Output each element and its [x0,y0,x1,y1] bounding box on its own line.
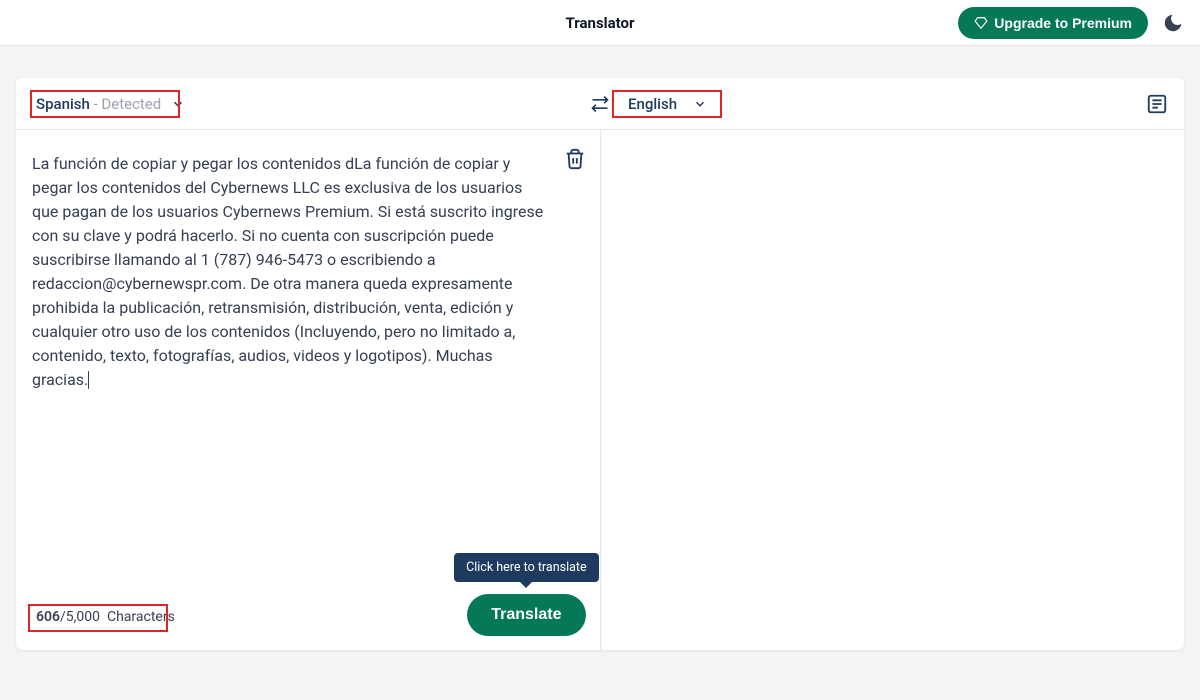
character-counter: 606/5,000 Characters [30,605,181,629]
chevron-down-icon [693,97,707,111]
target-lang-section: English [582,78,1174,129]
translator-card: Spanish - Detected English [16,78,1184,650]
upgrade-premium-button[interactable]: Upgrade to Premium [958,7,1148,39]
source-language-select[interactable]: Spanish - Detected [26,89,195,119]
source-language-label: Spanish - Detected [36,95,161,113]
translate-button[interactable]: Translate [467,594,585,636]
header-actions: Upgrade to Premium [958,7,1184,39]
translation-panes: La función de copiar y pegar los conteni… [16,130,1184,650]
source-footer: 606/5,000 Characters Click here to trans… [16,584,600,650]
source-pane: La función de copiar y pegar los conteni… [16,130,601,650]
upgrade-label: Upgrade to Premium [994,15,1132,31]
page-title: Translator [565,14,634,32]
app-header: Translator Upgrade to Premium [0,0,1200,46]
target-language-select[interactable]: English [618,89,717,119]
language-bar: Spanish - Detected English [16,78,1184,130]
clear-text-button[interactable] [564,148,586,170]
translate-action-wrap: Click here to translate Translate [467,594,585,636]
source-text-input[interactable]: La función de copiar y pegar los conteni… [32,152,550,574]
target-language-label: English [628,95,677,113]
chevron-down-icon [171,97,185,111]
source-text-wrap: La función de copiar y pegar los conteni… [16,130,600,584]
dictionary-icon[interactable] [1146,93,1168,115]
diamond-icon [974,16,988,30]
target-pane [601,130,1185,650]
text-cursor [88,371,89,389]
source-lang-section: Spanish - Detected [26,78,582,129]
dark-mode-icon[interactable] [1162,12,1184,34]
main-content: Spanish - Detected English [0,46,1200,666]
translate-tooltip: Click here to translate [454,553,599,582]
